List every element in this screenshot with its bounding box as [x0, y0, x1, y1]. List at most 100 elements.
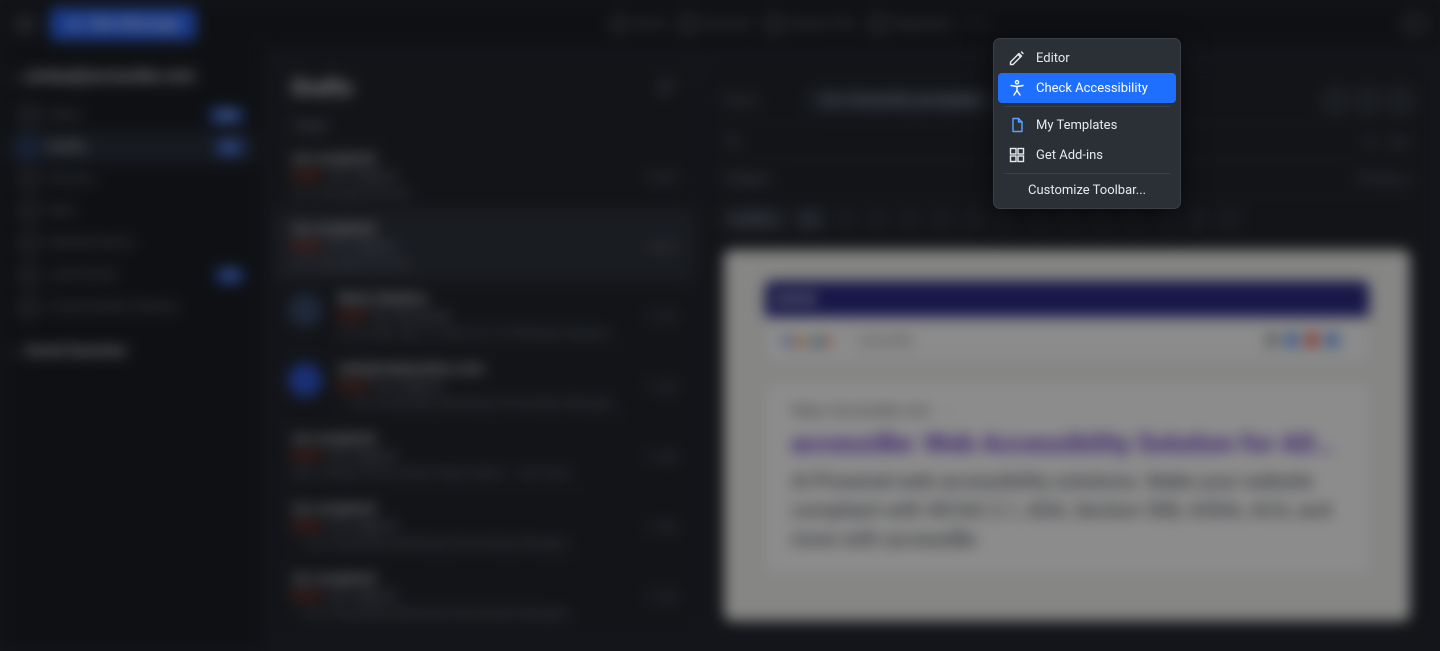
pane-toggle-icon[interactable]: [1404, 15, 1426, 33]
bold-icon[interactable]: [835, 208, 857, 230]
message-from: nate@makenotion.com: [338, 361, 484, 377]
sidebar-item-label: Conversation History: [48, 299, 178, 315]
message-from: (no recipient): [292, 151, 376, 167]
message-row[interactable]: (no recipient) Draft(no subject)11:58 Ne…: [274, 420, 694, 490]
popout-icon[interactable]: [1390, 91, 1410, 111]
result-title: accessiBe: Web Accessibility Solution fo…: [791, 429, 1343, 459]
message-preview: New ClickUp Vision Notion Figma Slack — …: [292, 466, 676, 480]
color-icon[interactable]: [995, 208, 1017, 230]
strike-icon[interactable]: [931, 208, 953, 230]
menu-item-label: Check Accessibility: [1036, 81, 1148, 96]
encrypt-icon[interactable]: [1326, 91, 1346, 111]
sidebar-item-sent[interactable]: Sent: [8, 195, 256, 227]
menu-item-customize-toolbar[interactable]: Customize Toolbar...: [998, 177, 1176, 204]
draft-tag: Draft: [292, 239, 321, 254]
saved-searches-header[interactable]: Saved Searches: [8, 323, 256, 359]
editor-icon: [1008, 49, 1026, 67]
bcc-button[interactable]: Bcc: [1390, 135, 1410, 149]
menu-item-get-addins[interactable]: Get Add-ins: [998, 140, 1176, 170]
message-time: 11:58: [646, 380, 676, 394]
menu-item-label: Editor: [1036, 51, 1070, 66]
message-preview: (no message preview): [292, 186, 676, 200]
menu-item-check-accessibility[interactable]: Check Accessibility: [998, 73, 1176, 103]
chevron-down-icon: [10, 345, 21, 356]
plus-icon: [68, 17, 82, 31]
account-header[interactable]: yoniya@accessibe.com: [8, 66, 256, 99]
menu-item-my-templates[interactable]: My Templates: [998, 110, 1176, 140]
message-row[interactable]: nate@makenotion.com Draft(no subject)11:…: [274, 350, 694, 420]
underline-icon[interactable]: [899, 208, 921, 230]
fontsize-selector[interactable]: 11: [795, 209, 826, 230]
blurred-app-background: New Message Send Discard Attach File Sig…: [0, 0, 1440, 651]
menu-item-editor[interactable]: Editor: [998, 43, 1176, 73]
toolbar-overflow-menu: Editor Check Accessibility My Templates …: [993, 38, 1181, 209]
sent-icon: [20, 202, 38, 220]
expand-icon[interactable]: [1358, 91, 1378, 111]
sidebar-item-label: Sent: [48, 203, 76, 219]
search-icon: [1326, 334, 1338, 346]
message-time: 11:59: [646, 310, 676, 324]
sidebar-item-label: Drafts: [48, 139, 86, 155]
sidebar-item-label: Deleted Items: [48, 235, 134, 251]
sidebar-item-junk[interactable]: Junk Email 12: [8, 259, 256, 291]
message-row[interactable]: (no recipient) Draft(no subject)11:56 — …: [274, 490, 694, 560]
account-email: yoniya@accessibe.com: [26, 66, 195, 85]
drafts-badge: 47: [215, 140, 244, 155]
menu-separator: [1004, 173, 1170, 174]
message-preview: (no message preview): [292, 256, 676, 270]
send-label: Send: [634, 16, 665, 32]
new-message-button[interactable]: New Message: [50, 8, 196, 40]
sidebar-item-deleted[interactable]: Deleted Items: [8, 227, 256, 259]
message-time: 11:56: [646, 520, 676, 534]
send-button[interactable]: Send: [610, 15, 665, 33]
sidebar-item-history[interactable]: Conversation History: [8, 291, 256, 323]
message-row[interactable]: (no recipient) Draft(no subject)11:56 — …: [274, 560, 694, 630]
priority-dropdown[interactable]: Priority: [1357, 172, 1410, 187]
archive-icon: [20, 170, 38, 188]
draft-tag: Draft: [338, 379, 367, 394]
attach-file-button[interactable]: Attach File: [765, 15, 855, 33]
sidebar-item-archive[interactable]: Archive: [8, 163, 256, 195]
result-url: https://accessibe.com: [791, 403, 931, 419]
drafts-icon: [20, 138, 38, 156]
addins-icon: [1008, 146, 1026, 164]
accessibility-icon: [1008, 79, 1026, 97]
italic-icon[interactable]: [867, 208, 889, 230]
signature-icon: [869, 15, 887, 33]
toolbar-overflow-button[interactable]: •••: [966, 14, 990, 35]
image-icon[interactable]: [1187, 208, 1209, 230]
indent-icon[interactable]: [1091, 208, 1113, 230]
message-time: 16:03: [646, 240, 676, 254]
draft-tag: Draft: [292, 519, 321, 534]
top-toolbar: New Message Send Discard Attach File Sig…: [0, 0, 1440, 48]
filter-icon[interactable]: [660, 82, 676, 96]
message-body[interactable]: Google accessibe: [724, 250, 1410, 621]
discard-button[interactable]: Discard: [679, 15, 750, 33]
numlist-icon[interactable]: [1059, 208, 1081, 230]
avatar: [288, 293, 322, 327]
message-row[interactable]: Marla Watkins DraftRe: Reminder11:59 Hi …: [274, 280, 694, 350]
more-format-icon[interactable]: [1219, 208, 1241, 230]
message-row[interactable]: (no recipient) Draft(no subject)16:03 (n…: [274, 210, 694, 280]
highlight-icon[interactable]: [963, 208, 985, 230]
message-row[interactable]: (no recipient) Draft(no subject)16:04 (n…: [274, 140, 694, 210]
avatar: [288, 363, 322, 397]
junk-icon: [20, 266, 38, 284]
message-from: (no recipient): [292, 431, 376, 447]
menu-separator: [1004, 106, 1170, 107]
result-description: AI-Powered web accessibility solutions. …: [791, 467, 1343, 554]
signature-button[interactable]: Signature: [869, 15, 952, 33]
font-selector[interactable]: Calibri: [724, 209, 785, 230]
from-label: From:: [724, 93, 794, 109]
sidebar-item-drafts[interactable]: Drafts 47: [8, 131, 256, 163]
link-icon[interactable]: [1155, 208, 1177, 230]
message-from: (no recipient): [292, 501, 376, 517]
sidebar-item-inbox[interactable]: Inbox 234: [8, 99, 256, 131]
from-value[interactable]: Yoni Yampolsky (yoniya@ac…: [806, 88, 1004, 113]
chevron-down-icon: [1400, 173, 1411, 184]
list-icon[interactable]: [1027, 208, 1049, 230]
message-time: 16:04: [646, 170, 676, 184]
outdent-icon[interactable]: [1123, 208, 1145, 230]
hamburger-icon[interactable]: [14, 16, 36, 32]
cc-button[interactable]: Cc: [1364, 135, 1378, 149]
